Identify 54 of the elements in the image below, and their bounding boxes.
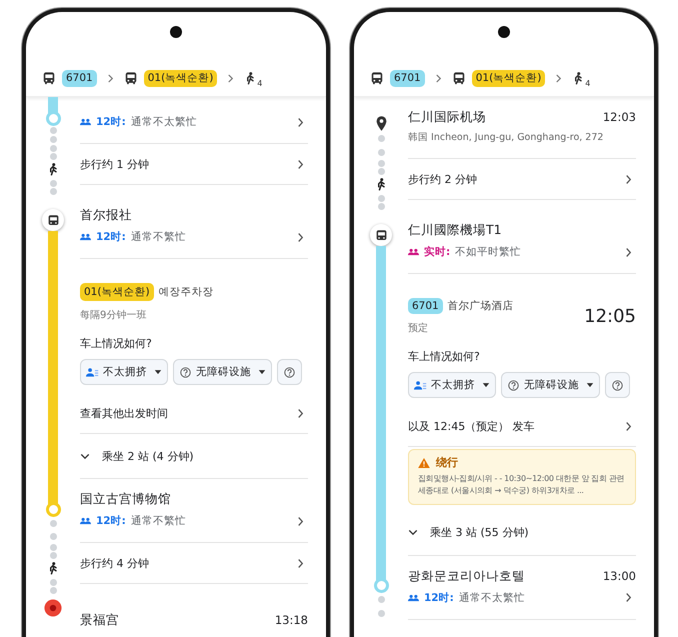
crowd-info[interactable]: 12时: 通常不繁忙 — [80, 514, 308, 528]
arrival-time: 13:00 — [602, 568, 636, 583]
crowd-time-label: 12时: — [424, 590, 454, 605]
crowd-status: 通常不太繁忙 — [458, 590, 526, 605]
walk-count: 4 — [585, 78, 590, 88]
crowd-status: 通常不繁忙 — [130, 230, 187, 244]
stops-toggle[interactable]: 乘坐 3 站 (55 分钟) — [408, 510, 636, 555]
crowd-info[interactable]: 12时: 通常不太繁忙 — [80, 115, 308, 129]
stop-name: 仁川国际机场 — [408, 109, 486, 126]
schedule-note: 每隔9分钟一班 — [80, 308, 148, 322]
crowd-time-label: 12时: — [96, 514, 126, 528]
alert-text: 집회및행사-집회/시위 - - 10:30~12:00 대한문 앞 집회 관련 세종대로 (서울시의회 → 덕수궁) 하위3개차로 ... — [418, 473, 626, 498]
crowd-info[interactable]: 12时: 通常不太繁忙 — [408, 590, 636, 605]
crowd-time-label: 实时: — [424, 245, 450, 259]
crowd-time-label: 12时: — [96, 115, 126, 129]
crowd-info[interactable]: 实时: 不如平时繁忙 — [408, 245, 636, 259]
crowd-time-label: 12时: — [96, 230, 126, 244]
arrival-time: 12:03 — [602, 110, 636, 124]
feedback-chip[interactable]: 不太拥挤 — [408, 372, 496, 398]
list-item[interactable]: 步行约 4 分钟 — [80, 543, 308, 583]
question-text: 车上情况如何? — [408, 349, 481, 364]
list-item[interactable]: 查看其他出发时间 — [80, 393, 308, 433]
route-chip: 01(녹색순환) — [144, 70, 218, 86]
crowd-status: 通常不繁忙 — [130, 514, 187, 528]
list-item[interactable]: 步行约 1 分钟 — [80, 144, 308, 184]
stop-name: 仁川國際機場T1 — [408, 222, 502, 239]
stop-address: 韩国 Incheon, Jung-gu, Gonghang-ro, 272 — [408, 131, 604, 144]
stop-name: 国立古宫博物馆 — [80, 491, 171, 508]
route-chip: 01(녹색순환) — [472, 70, 546, 86]
alert-title: 绕行 — [436, 455, 458, 470]
route-chip: 01(녹색순환) — [80, 283, 154, 301]
destination-text: 首尔广场酒店 — [448, 299, 514, 313]
stops-toggle[interactable]: 乘坐 2 站 (4 分钟) — [80, 434, 308, 478]
stop-name: 首尔报社 — [80, 207, 132, 224]
stop-name: 광화문코리아나호텔 — [408, 568, 525, 585]
schedule-note: 预定 — [408, 322, 429, 335]
alert-card[interactable]: 绕行 집회및행사-집회/시위 - - 10:30~12:00 대한문 앞 집회 관련 세종대로 (서울시의회 → 덕수궁) 하위3개차로 ... — [408, 449, 636, 505]
crowd-status: 通常不太繁忙 — [130, 115, 198, 129]
destination-text: 예장주차장 — [158, 285, 214, 299]
departure-time: 12:05 — [584, 306, 636, 327]
route-chip: 6701 — [62, 70, 97, 86]
question-text: 车上情况如何? — [80, 336, 153, 351]
walk-count: 4 — [257, 78, 262, 88]
list-item[interactable]: 步行约 2 分钟 — [408, 159, 636, 199]
feedback-chip[interactable]: 不太拥挤 — [80, 359, 168, 385]
list-item[interactable]: 以及 12:45（预定） 发车 — [408, 406, 636, 446]
stop-name: 景福宫 — [80, 612, 119, 629]
arrival-time: 13:18 — [274, 613, 308, 627]
feedback-chip[interactable]: 无障碍设施 — [173, 359, 272, 385]
route-chip: 6701 — [390, 70, 425, 86]
crowd-status: 不如平时繁忙 — [455, 245, 522, 259]
route-chip: 6701 — [408, 298, 443, 314]
crowd-info[interactable]: 12时: 通常不繁忙 — [80, 230, 308, 244]
feedback-chip[interactable]: 无障碍设施 — [501, 372, 600, 398]
